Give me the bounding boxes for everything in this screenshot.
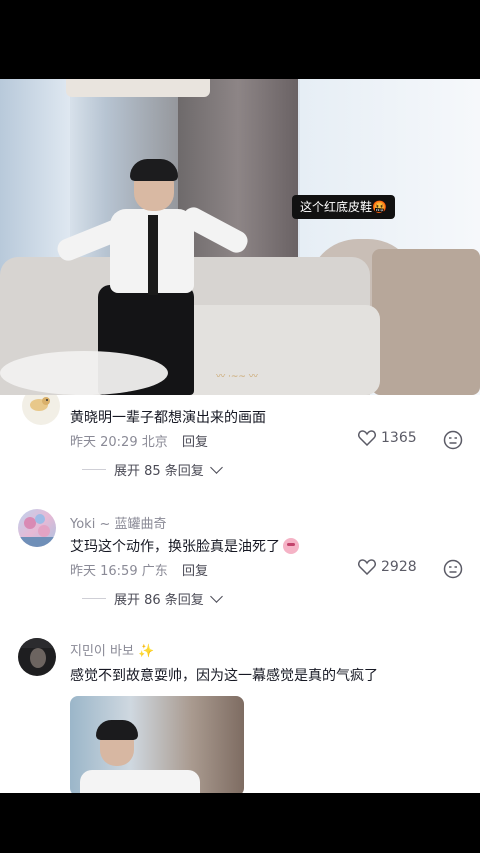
like-count: 1365 — [381, 430, 417, 446]
comment-username[interactable] — [70, 395, 74, 398]
person-tie — [148, 215, 158, 295]
avatar-portrait-icon — [18, 638, 56, 668]
comment-image[interactable] — [70, 696, 244, 793]
avatar-bird-icon — [30, 397, 50, 411]
like-button[interactable]: 2928 — [358, 559, 417, 575]
dislike-face-icon[interactable] — [443, 430, 463, 450]
top-black-bar — [0, 0, 480, 79]
expand-replies-label: 展开 86 条回复 — [114, 593, 204, 608]
avatar[interactable] — [18, 509, 56, 547]
person-hair — [130, 159, 178, 181]
like-count: 2928 — [381, 559, 417, 575]
chevron-down-icon — [209, 461, 223, 474]
avatar[interactable] — [22, 395, 60, 425]
comment-text-content: 艾玛这个动作，换张脸真是油死了 — [70, 539, 280, 555]
comment-location: 广东 — [141, 564, 168, 579]
expand-replies[interactable]: 展开 86 条回复 — [82, 589, 223, 608]
ceiling-lamp — [66, 79, 210, 97]
comment-location: 北京 — [141, 435, 168, 450]
comments-panel: 黄晓明一辈子都想演出来的画面 昨天 20:29 北京 回复 1365 展开 85… — [0, 395, 480, 793]
video-caption-label: 这个红底皮鞋🤬 — [292, 195, 395, 219]
heart-icon — [358, 430, 376, 446]
video-watermark: 〰 ·~~ 〰 — [216, 372, 258, 382]
thumb-hair — [96, 720, 138, 740]
expand-replies[interactable]: 展开 85 条回复 — [82, 460, 223, 479]
caption-emoji: 🤬 — [372, 200, 387, 214]
bottom-black-bar — [0, 793, 480, 853]
expand-divider — [82, 469, 106, 470]
chevron-down-icon — [209, 590, 223, 603]
reply-button[interactable]: 回复 — [182, 560, 208, 579]
expand-divider — [82, 598, 106, 599]
comment-time: 昨天 16:59 — [70, 564, 138, 579]
coffee-table — [0, 351, 168, 395]
like-button[interactable]: 1365 — [358, 430, 417, 446]
caption-text: 这个红底皮鞋 — [300, 200, 373, 214]
thumb-shirt — [80, 770, 200, 793]
laughing-face-icon — [283, 538, 299, 554]
comment-text[interactable]: 黄晓明一辈子都想演出来的画面 — [70, 407, 266, 427]
avatar[interactable] — [18, 638, 56, 676]
video-player[interactable]: 这个红底皮鞋🤬 〰 ·~~ 〰 — [0, 79, 480, 395]
sparkles-icon: ✨ — [138, 644, 155, 659]
comment-text[interactable]: 艾玛这个动作，换张脸真是油死了 — [70, 536, 299, 556]
comment-time: 昨天 20:29 — [70, 435, 138, 450]
dislike-face-icon[interactable] — [443, 559, 463, 579]
expand-replies-label: 展开 85 条回复 — [114, 464, 204, 479]
comment-text[interactable]: 感觉不到故意耍帅，因为这一幕感觉是真的气疯了 — [70, 665, 378, 685]
reply-button[interactable]: 回复 — [182, 431, 208, 450]
comment-username-text: 지민이 바보 — [70, 644, 134, 659]
comment-username[interactable]: 지민이 바보 ✨ — [70, 640, 154, 659]
side-chair — [372, 249, 480, 395]
heart-icon — [358, 559, 376, 575]
comment-username[interactable]: Yoki ~ 蓝罐曲奇 — [70, 513, 166, 532]
avatar-flower-icon — [18, 514, 56, 547]
